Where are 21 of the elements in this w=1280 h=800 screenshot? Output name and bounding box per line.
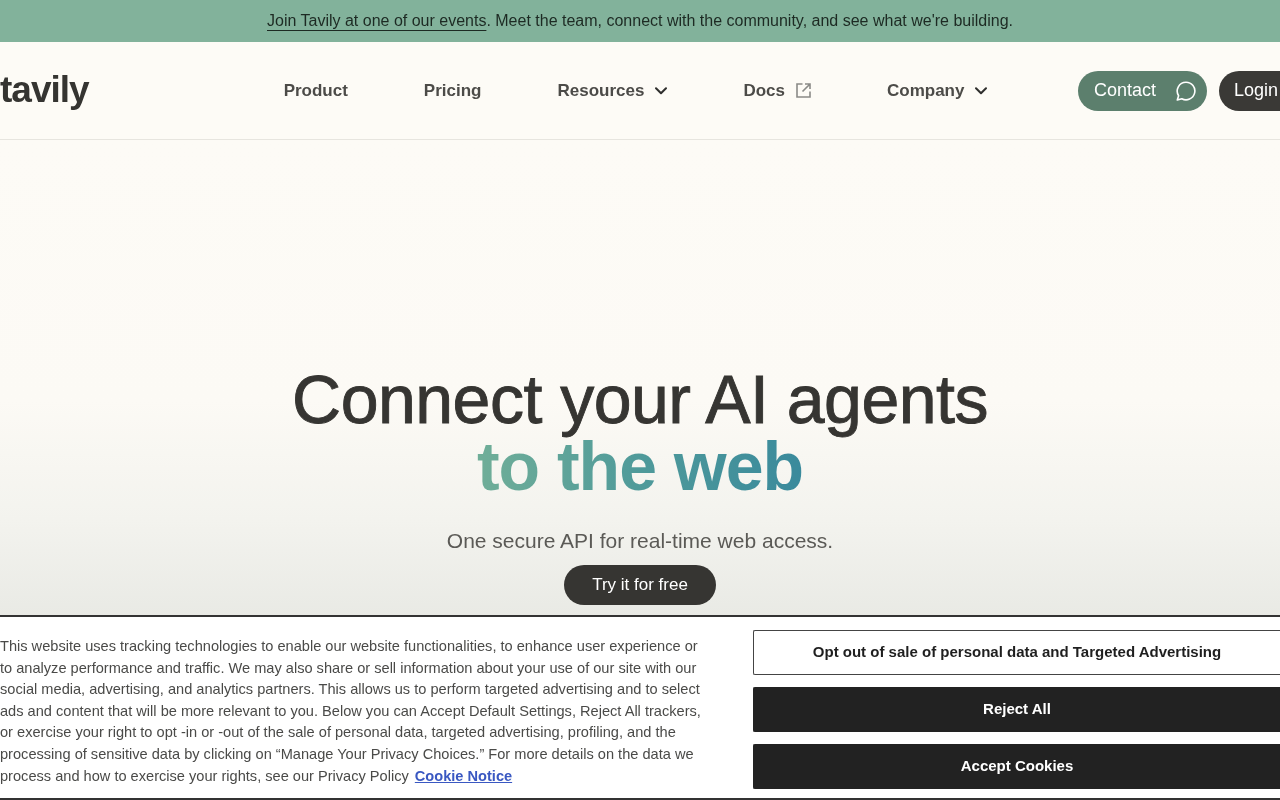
cookie-notice-text: This website uses tracking technologies to enable our website functionalities, to enhance user experience or to analyze performance and traffic. We may also share or sell information about your use of our site with our social media, advertising, and analytics partners. This allows us to perform targeted advertising and to select ads and content that will be more relevant to you. Below you can Accept Default Settings, Reject All trackers, or exercise your right to opt -in or -out of the sale of personal data, targeted advertising, profiling, and the processing of sensitive data by clicking on “Manage Your Privacy Choices.” For more details on the data we process and how to exercise your rights, see our Privacy Policy Cookie Notice: [0, 637, 702, 786]
hero-subtitle: One secure API for real-time web access.: [445, 528, 835, 553]
nav-dropdown[interactable]: Company: [887, 77, 988, 104]
announcement-text: Join Tavily at one of our events. Meet the team, connect with the community, and see what we're building.: [267, 11, 1013, 31]
consent-button[interactable]: Reject All: [753, 687, 1280, 732]
nav-link[interactable]: Product: [283, 77, 348, 104]
consent-button[interactable]: Accept Cookies: [753, 744, 1280, 789]
login-button[interactable]: Login: [1218, 70, 1280, 111]
nav-dropdown[interactable]: Resources: [557, 77, 668, 104]
external-link-icon: [796, 83, 811, 98]
chevron-down-icon: [655, 86, 668, 95]
chat-bubble-icon: [1176, 80, 1196, 101]
try-free-button[interactable]: Try it for free: [564, 565, 716, 605]
logo-text[interactable]: tavily: [0, 71, 89, 108]
contact-button[interactable]: Contact: [1077, 70, 1207, 111]
cookie-notice-link[interactable]: Cookie Notice: [414, 767, 513, 784]
opt-out-button[interactable]: Opt out of sale of personal data and Targeted Advertising: [753, 630, 1280, 675]
chevron-down-icon: [975, 86, 988, 95]
nav-link[interactable]: Pricing: [423, 77, 482, 104]
events-link[interactable]: Join Tavily at one of our events: [267, 12, 487, 29]
nav-link[interactable]: Docs: [743, 77, 811, 104]
